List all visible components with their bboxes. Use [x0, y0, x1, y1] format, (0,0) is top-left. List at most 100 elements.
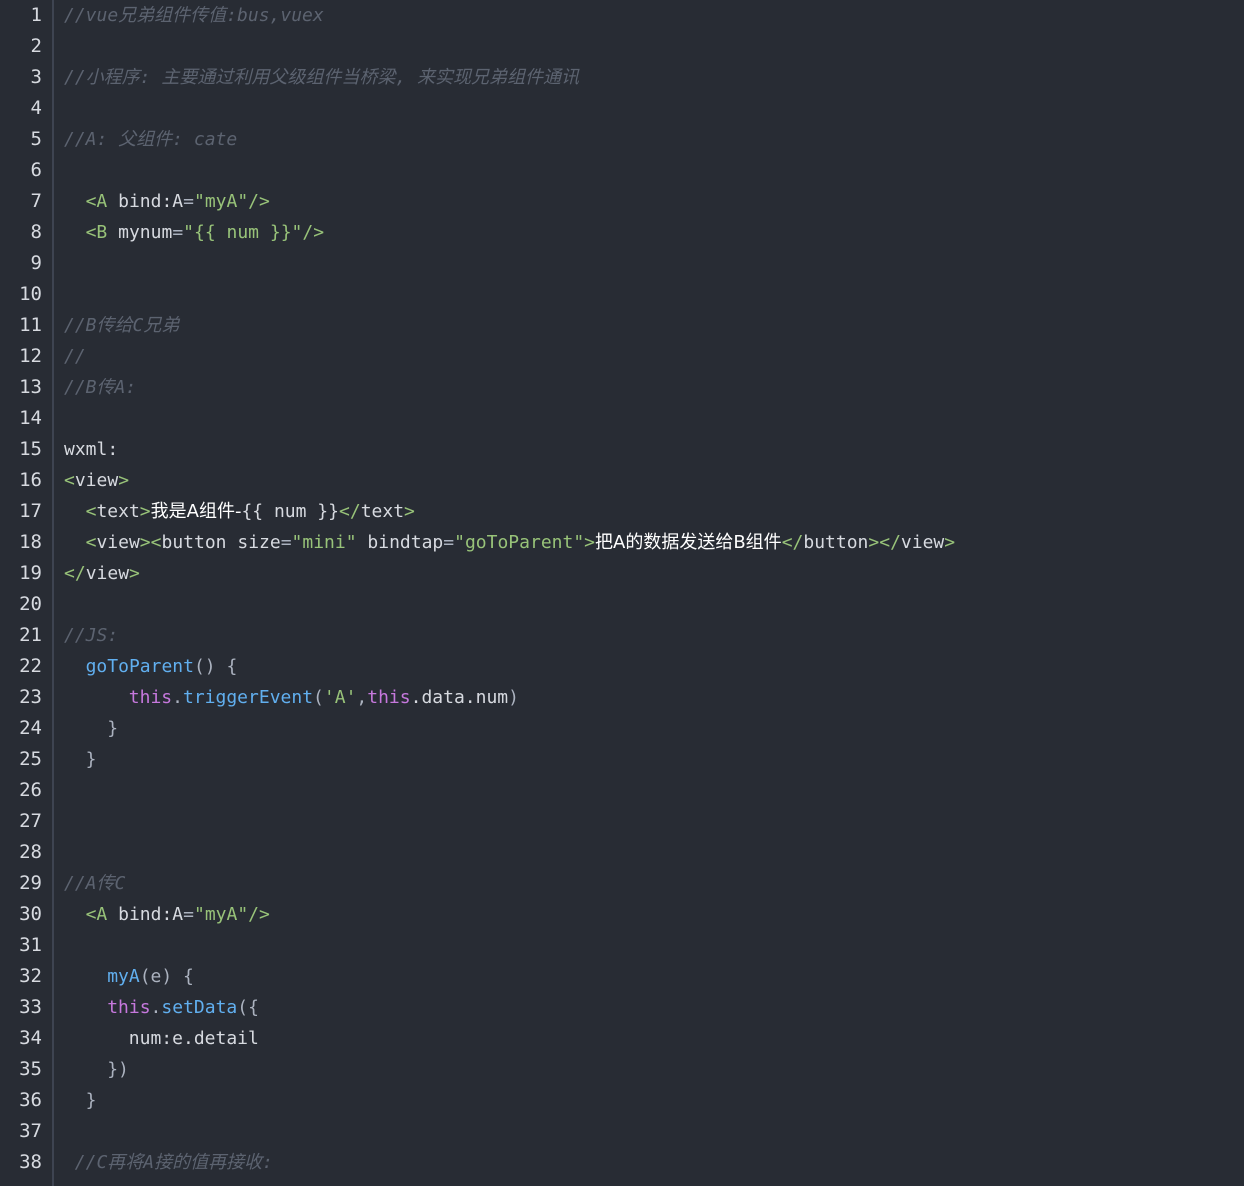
line-number: 11: [19, 314, 42, 336]
code-text: <A bind:A="myA"/>: [86, 186, 270, 217]
line-number: 14: [19, 407, 42, 429]
code-token: >: [584, 532, 596, 553]
code-token: "myA": [193, 904, 249, 925]
code-line[interactable]: 4: [0, 93, 1244, 124]
code-token: }): [107, 1059, 129, 1080]
code-line[interactable]: 16 <view>: [0, 465, 1244, 496]
code-token: <: [85, 532, 97, 553]
code-editor[interactable]: 1//vue兄弟组件传值:bus,vuex 2 3 //小程序: 主要通过利用父级组件…: [0, 0, 1244, 1186]
code-line[interactable]: 31: [0, 930, 1244, 961]
code-token: />: [302, 222, 325, 243]
code-line[interactable]: 7 <A bind:A="myA"/>: [0, 186, 1244, 217]
code-line[interactable]: 38 //C再将A接的值再接收:: [0, 1147, 1244, 1178]
code-token: "{{ num }}": [183, 222, 303, 243]
line-number: 26: [19, 779, 42, 801]
code-token: <A: [85, 191, 108, 212]
code-line[interactable]: 22 goToParent() {: [0, 651, 1244, 682]
line-number: 20: [19, 593, 42, 615]
code-line[interactable]: 30 <A bind:A="myA"/>: [0, 899, 1244, 930]
line-number: 3: [30, 66, 42, 88]
code-token: />: [248, 191, 270, 212]
code-line[interactable]: 17 <text>我是A组件-{{ num }}</text>: [0, 496, 1244, 527]
code-line[interactable]: 20: [0, 589, 1244, 620]
code-token: "myA": [193, 191, 249, 212]
line-number: 2: [30, 35, 42, 57]
code-text: }: [107, 713, 118, 744]
code-token: (: [313, 687, 324, 708]
code-token: "mini": [291, 532, 357, 553]
code-token: <: [85, 501, 97, 522]
code-line[interactable]: 13 //B传A:: [0, 372, 1244, 403]
code-text: //JS:: [64, 620, 118, 651]
code-line[interactable]: 2: [0, 31, 1244, 62]
code-token: =: [443, 532, 455, 553]
line-number: 30: [19, 903, 42, 925]
code-line[interactable]: 3 //小程序: 主要通过利用父级组件当桥梁, 来实现兄弟组件通讯: [0, 62, 1244, 93]
code-token: =: [183, 904, 194, 925]
code-line[interactable]: 34 num:e.detail: [0, 1023, 1244, 1054]
code-token: bind:A: [107, 191, 184, 212]
code-token: button: [161, 532, 227, 553]
code-line[interactable]: 24}: [0, 713, 1244, 744]
code-line[interactable]: 36}: [0, 1085, 1244, 1116]
code-token: .: [150, 997, 162, 1018]
code-token: //小程序: 主要通过利用父级组件当桥梁, 来实现兄弟组件通讯: [64, 67, 580, 88]
code-line[interactable]: 6: [0, 155, 1244, 186]
code-line[interactable]: 5 //A: 父组件: cate: [0, 124, 1244, 155]
code-token: </: [64, 563, 86, 584]
code-line[interactable]: 21 //JS:: [0, 620, 1244, 651]
code-line[interactable]: 23 this.triggerEvent('A',this.data.num): [0, 682, 1244, 713]
code-token: wxml:: [64, 439, 119, 460]
line-number: 37: [19, 1120, 42, 1142]
code-line[interactable]: 19 </view>: [0, 558, 1244, 589]
code-line[interactable]: 1 //vue兄弟组件传值:bus,vuex: [0, 0, 1244, 31]
code-line[interactable]: 15 wxml:: [0, 434, 1244, 465]
code-line[interactable]: 25}: [0, 744, 1244, 775]
code-text: //B传A:: [64, 372, 136, 403]
code-text: wxml:: [64, 434, 118, 465]
code-line[interactable]: 9: [0, 248, 1244, 279]
code-line[interactable]: 32 myA(e) {: [0, 961, 1244, 992]
code-line[interactable]: 10: [0, 279, 1244, 310]
line-number: 28: [19, 841, 42, 863]
code-text: <view><button size="mini" bindtap="goToP…: [86, 527, 956, 558]
line-number: 32: [19, 965, 42, 987]
code-token: }: [85, 749, 97, 770]
line-number: 25: [19, 748, 42, 770]
code-line[interactable]: 14: [0, 403, 1244, 434]
code-line[interactable]: 29 //A传C: [0, 868, 1244, 899]
code-token: ></: [868, 532, 901, 553]
code-text: </view>: [64, 558, 140, 589]
code-line[interactable]: 28: [0, 837, 1244, 868]
code-token: />: [248, 904, 270, 925]
code-line[interactable]: 33 this.setData({: [0, 992, 1244, 1023]
code-text: <text>我是A组件-{{ num }}</text>: [86, 496, 415, 527]
code-text: //: [64, 341, 86, 372]
code-text: //B传给C兄弟: [64, 310, 179, 341]
line-number: 24: [19, 717, 42, 739]
line-number: 19: [19, 562, 42, 584]
code-token: //: [64, 346, 86, 367]
code-line[interactable]: 35}): [0, 1054, 1244, 1085]
code-line[interactable]: 8 <B mynum="{{ num }}"/>: [0, 217, 1244, 248]
code-line[interactable]: 37: [0, 1116, 1244, 1147]
code-text: //C再将A接的值再接收:: [75, 1147, 273, 1178]
code-token: </: [339, 501, 361, 522]
line-number: 6: [30, 159, 42, 181]
code-token: goToParent: [85, 656, 194, 677]
line-number: 9: [30, 252, 42, 274]
code-text: this.triggerEvent('A',this.data.num): [129, 682, 519, 713]
code-line[interactable]: 26: [0, 775, 1244, 806]
code-token: //JS:: [64, 625, 119, 646]
code-line[interactable]: 18 <view><button size="mini" bindtap="goT…: [0, 527, 1244, 558]
code-token: bind:A: [107, 904, 184, 925]
line-number: 36: [19, 1089, 42, 1111]
code-token: ><: [139, 532, 162, 553]
code-line[interactable]: 11 //B传给C兄弟: [0, 310, 1244, 341]
code-line[interactable]: 27: [0, 806, 1244, 837]
code-line[interactable]: 12 //: [0, 341, 1244, 372]
line-number: 21: [19, 624, 42, 646]
code-token: 把A的数据发送给B组件: [595, 532, 782, 553]
code-token: }: [107, 718, 119, 739]
code-token: view: [96, 532, 140, 553]
